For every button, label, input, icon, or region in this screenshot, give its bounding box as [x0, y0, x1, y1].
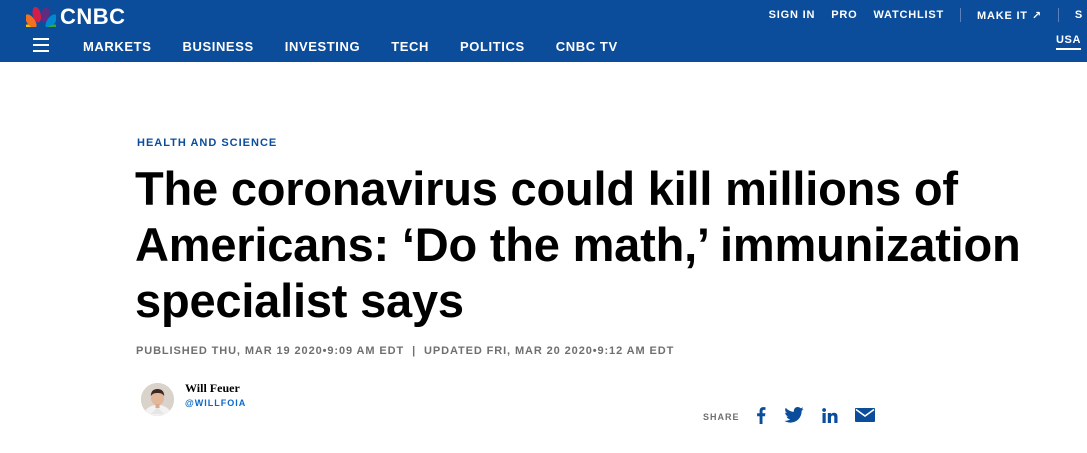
article-headline: The coronavirus could kill millions of A…: [135, 162, 1021, 327]
nav-item-tech[interactable]: TECH: [391, 39, 429, 54]
pro-link[interactable]: PRO: [831, 9, 857, 21]
share-label: SHARE: [703, 412, 740, 422]
main-nav: MARKETS BUSINESS INVESTING TECH POLITICS…: [83, 37, 649, 55]
cut-off-link[interactable]: S: [1075, 9, 1083, 21]
updated-time: UPDATED FRI, MAR 20 2020•9:12 AM EDT: [424, 345, 675, 357]
top-utility-links: SIGN IN PRO WATCHLIST MAKE IT ↗ S: [769, 7, 1087, 23]
author-avatar[interactable]: [141, 383, 174, 416]
make-it-link[interactable]: MAKE IT ↗: [977, 9, 1042, 22]
external-arrow-icon: ↗: [1031, 9, 1042, 22]
email-icon[interactable]: [855, 406, 875, 424]
logo-text: CNBC: [60, 4, 126, 29]
watchlist-link[interactable]: WATCHLIST: [873, 9, 944, 21]
author-name[interactable]: Will Feuer: [185, 381, 240, 396]
make-it-label: MAKE IT: [977, 9, 1028, 22]
author-twitter-handle[interactable]: @WILLFOIA: [185, 398, 246, 408]
article-timestamps: PUBLISHED THU, MAR 19 2020•9:09 AM EDT |…: [136, 345, 674, 357]
published-time: PUBLISHED THU, MAR 19 2020•9:09 AM EDT: [136, 345, 405, 357]
hamburger-menu-icon[interactable]: [33, 38, 49, 52]
nav-item-investing[interactable]: INVESTING: [285, 39, 360, 54]
sign-in-link[interactable]: SIGN IN: [769, 9, 816, 21]
divider: [960, 8, 961, 22]
nav-item-politics[interactable]: POLITICS: [460, 39, 525, 54]
twitter-icon[interactable]: [784, 406, 804, 424]
cnbc-logo[interactable]: CNBC: [26, 6, 126, 28]
timestamp-separator: |: [412, 345, 417, 357]
nav-item-cnbc-tv[interactable]: CNBC TV: [556, 39, 618, 54]
linkedin-icon[interactable]: [820, 406, 840, 424]
nav-item-markets[interactable]: MARKETS: [83, 39, 151, 54]
peacock-icon: [26, 7, 56, 27]
site-header: CNBC SIGN IN PRO WATCHLIST MAKE IT ↗ S MA…: [0, 0, 1087, 62]
nav-item-business[interactable]: BUSINESS: [182, 39, 253, 54]
facebook-icon[interactable]: [751, 406, 771, 424]
author-photo-icon: [141, 383, 174, 416]
edition-selector[interactable]: USA: [1055, 34, 1081, 50]
section-label[interactable]: HEALTH AND SCIENCE: [137, 137, 277, 149]
divider: [1057, 8, 1059, 22]
